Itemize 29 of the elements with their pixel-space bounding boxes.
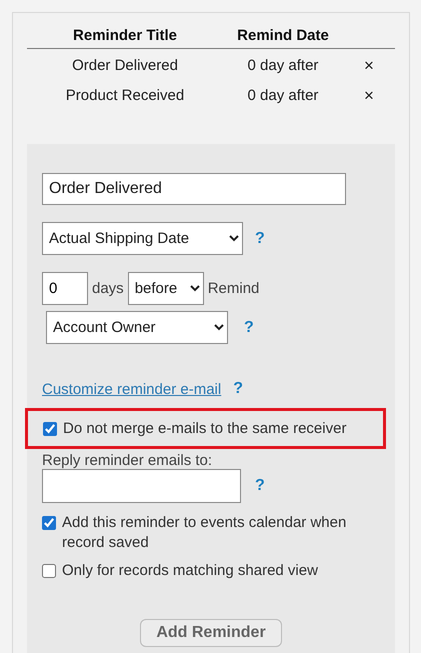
customize-email-link[interactable]: Customize reminder e-mail: [42, 380, 222, 398]
remind-label: Remind: [208, 280, 260, 297]
remove-button[interactable]: ×: [364, 49, 374, 79]
checkbox[interactable]: [43, 422, 57, 436]
checkbox-label: Only for records matching shared view: [62, 561, 318, 581]
table-cell-text: Product Received: [64, 86, 186, 106]
table-cell-text: Order Delivered: [71, 56, 179, 76]
help-icon[interactable]: ?: [233, 380, 243, 398]
checkbox-label: Add this reminder to events calendar when record saved: [62, 513, 348, 553]
checkbox[interactable]: [42, 564, 56, 578]
direction-select[interactable]: before: [128, 272, 204, 305]
days-input-field[interactable]: 0: [42, 272, 88, 305]
column-header: Reminder Title: [27, 27, 223, 49]
column-header: Remind Date: [223, 27, 343, 49]
date-field-select[interactable]: Actual Shipping Date: [42, 222, 243, 255]
checkbox-label: Do not merge e-mails to the same receiver: [63, 418, 346, 438]
reply-email-input-field[interactable]: [42, 469, 241, 503]
help-icon[interactable]: ?: [244, 318, 254, 336]
remove-button[interactable]: ×: [364, 79, 374, 109]
days-label: days: [92, 280, 124, 297]
add-reminder-button[interactable]: Add Reminder: [140, 619, 282, 647]
help-icon[interactable]: ?: [255, 477, 265, 495]
table-cell-text: 0 day after: [246, 56, 320, 76]
recipient-select[interactable]: Account Owner: [46, 311, 228, 344]
checkbox[interactable]: [42, 516, 56, 530]
reply-label: Reply reminder emails to:: [42, 452, 214, 469]
title-input-field[interactable]: Order Delivered: [42, 173, 346, 205]
table-cell-text: 0 day after: [246, 86, 320, 106]
help-icon[interactable]: ?: [255, 230, 265, 248]
